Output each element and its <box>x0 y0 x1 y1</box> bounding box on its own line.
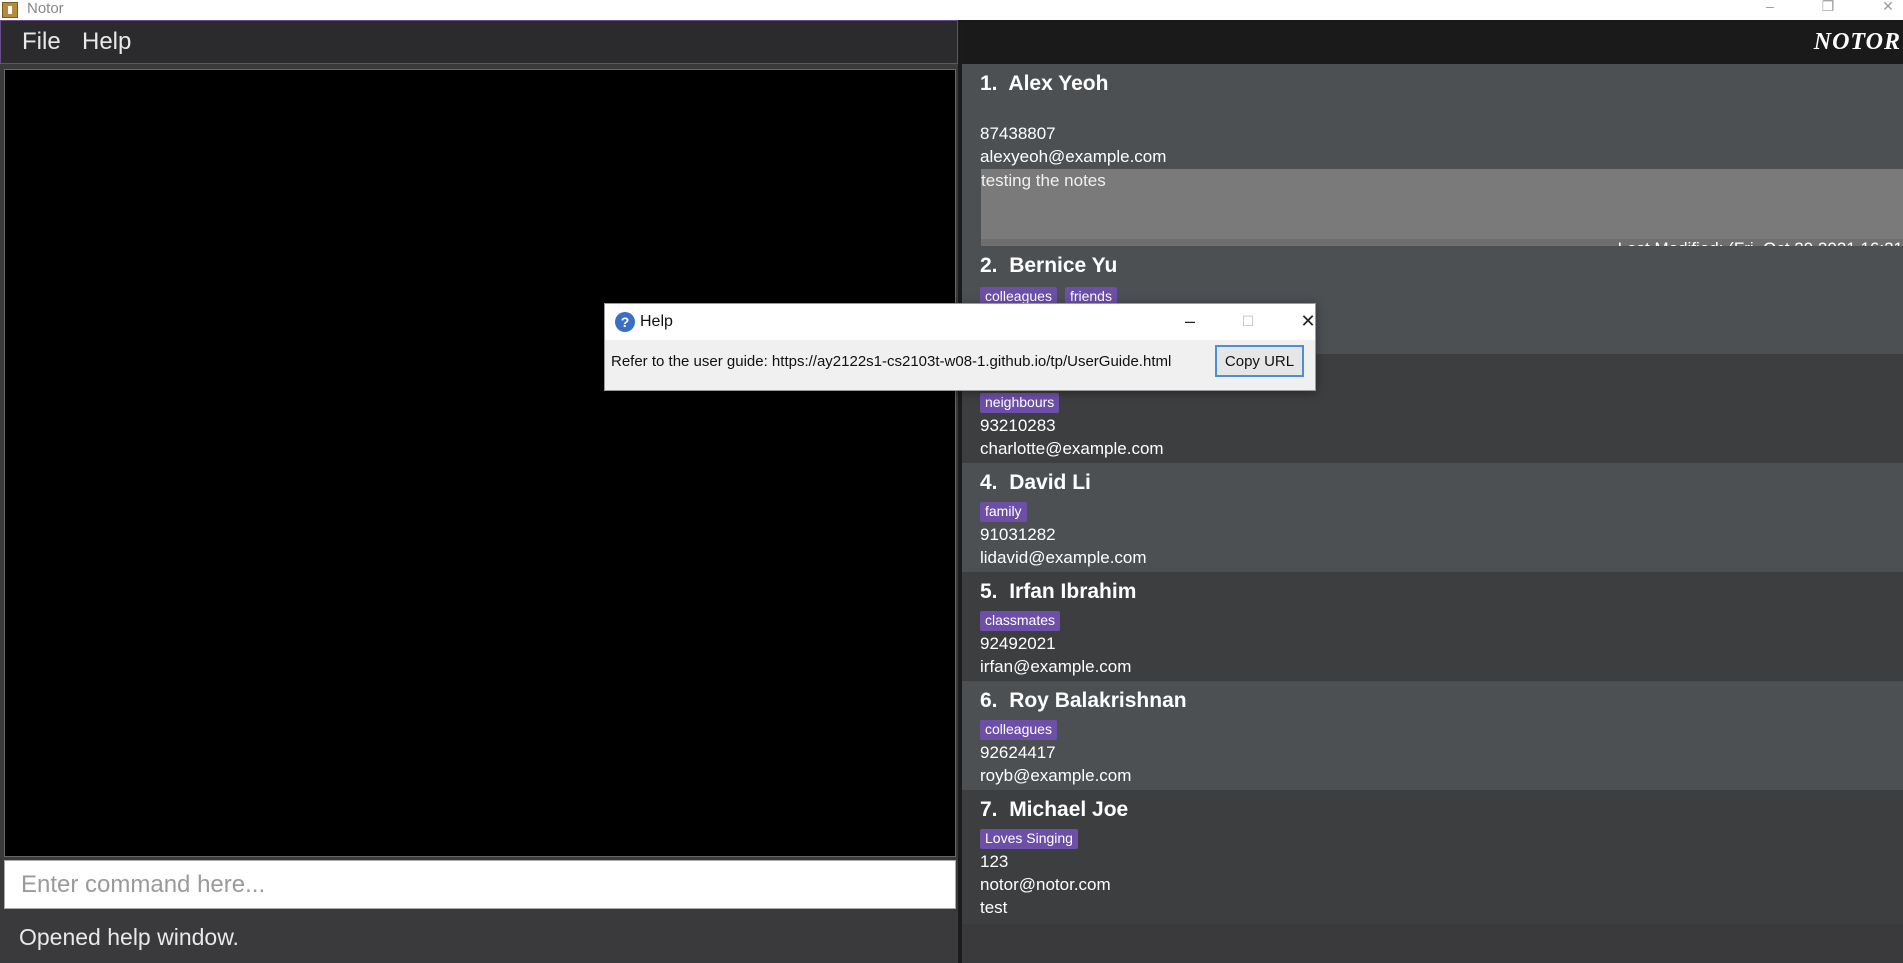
tag: Loves Singing <box>980 829 1078 849</box>
tag: neighbours <box>980 393 1060 413</box>
tag-list: neighbours <box>980 392 1067 413</box>
person-email: irfan@example.com <box>980 657 1132 676</box>
dialog-minimize-icon[interactable]: – <box>1168 306 1212 336</box>
person-name: 6. Roy Balakrishnan <box>980 689 1187 712</box>
tag-list: family <box>980 501 1035 522</box>
tag: family <box>980 502 1027 522</box>
person-name: 7. Michael Joe <box>980 798 1129 821</box>
status-message: Opened help window. <box>19 924 239 950</box>
brand-logo: NOTOR <box>1813 29 1901 55</box>
tag: colleagues <box>980 720 1057 740</box>
menu-bar: File Help <box>0 20 958 64</box>
person-name: 1. Alex Yeoh <box>980 72 1109 95</box>
person-card[interactable]: 1. Alex Yeoh 87438807 alexyeoh@example.c… <box>962 64 1903 265</box>
help-dialog: ? Help – ☐ ✕ Refer to the user guide: ht… <box>604 303 1316 391</box>
close-window-icon[interactable]: ✕ <box>1868 0 1903 20</box>
help-message: Refer to the user guide: https://ay2122s… <box>611 353 1172 370</box>
person-email: charlotte@example.com <box>980 439 1164 458</box>
window-title: Notor <box>27 0 64 17</box>
person-name: 4. David Li <box>980 471 1091 494</box>
person-name: 5. Irfan Ibrahim <box>980 580 1137 603</box>
command-input[interactable] <box>4 860 956 909</box>
tag-list: colleagues <box>980 719 1065 740</box>
question-icon: ? <box>615 312 635 332</box>
tag-list: classmates <box>980 610 1068 631</box>
minimize-window-icon[interactable]: – <box>1750 0 1790 20</box>
window-title-bar: Notor – ❐ ✕ <box>0 0 1903 20</box>
menu-file[interactable]: File <box>22 28 61 56</box>
person-phone: 123 <box>980 852 1009 871</box>
person-name: 2. Bernice Yu <box>980 254 1118 277</box>
help-dialog-title: Help <box>640 313 673 330</box>
person-card[interactable]: 7. Michael Joe Loves Singing 123 notor@n… <box>962 790 1903 924</box>
person-phone: 93210283 <box>980 416 1056 435</box>
tag: classmates <box>980 611 1061 631</box>
person-email: notor@notor.com <box>980 875 1111 894</box>
person-card[interactable]: 4. David Li family 91031282 lidavid@exam… <box>962 463 1903 572</box>
person-phone: 91031282 <box>980 525 1056 544</box>
copy-url-button[interactable]: Copy URL <box>1215 345 1304 377</box>
person-list-pane: NOTOR 1. Alex Yeoh 87438807 alexyeoh@exa… <box>962 20 1903 963</box>
menu-help[interactable]: Help <box>82 28 131 56</box>
person-email: royb@example.com <box>980 766 1132 785</box>
person-phone: 87438807 <box>980 124 1056 143</box>
person-card[interactable]: 5. Irfan Ibrahim classmates 92492021 irf… <box>962 572 1903 681</box>
app-icon <box>2 2 18 18</box>
person-email: alexyeoh@example.com <box>980 147 1167 166</box>
person-email: lidavid@example.com <box>980 548 1147 567</box>
dialog-close-icon[interactable]: ✕ <box>1286 306 1330 336</box>
person-extra: test <box>980 898 1008 917</box>
dialog-maximize-icon: ☐ <box>1241 313 1255 329</box>
maximize-window-icon[interactable]: ❐ <box>1808 0 1848 20</box>
tag-list: Loves Singing <box>980 828 1086 849</box>
note-text: testing the notes <box>981 171 1106 190</box>
person-phone: 92624417 <box>980 743 1056 762</box>
person-card[interactable]: 6. Roy Balakrishnan colleagues 92624417 … <box>962 681 1903 790</box>
person-phone: 92492021 <box>980 634 1056 653</box>
brand-header: NOTOR <box>962 20 1903 64</box>
result-display <box>4 69 956 857</box>
left-pane: File Help Opened help window. <box>0 20 958 963</box>
help-dialog-title-bar: ? Help – ☐ ✕ <box>605 304 1316 340</box>
